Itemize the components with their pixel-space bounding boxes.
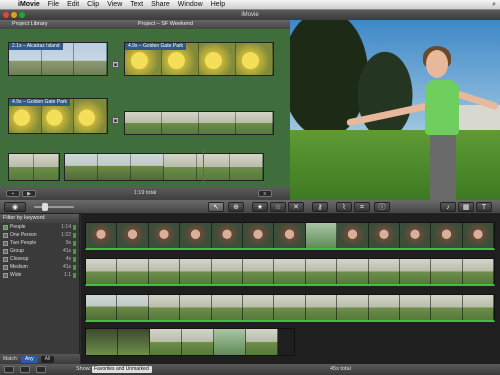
show-label: Show: bbox=[76, 366, 92, 372]
keyword-row[interactable]: Wide 1:1 bbox=[0, 271, 79, 279]
thumbnail-size-slider[interactable]: ≡ bbox=[258, 190, 272, 197]
transition-icon[interactable]: ▣ bbox=[112, 61, 119, 68]
menu-app[interactable]: iMovie bbox=[14, 1, 44, 8]
clip-label: 2.1s – Alcatraz Island bbox=[9, 43, 63, 50]
unmark-icon[interactable]: ☆ bbox=[270, 202, 286, 212]
project-clip[interactable]: 2.1s – Alcatraz Island bbox=[8, 42, 108, 76]
menu-text[interactable]: Text bbox=[126, 1, 147, 8]
minimize-window-icon[interactable] bbox=[11, 12, 17, 18]
keyword-row[interactable]: Two People 9s bbox=[0, 239, 79, 247]
event-clip[interactable] bbox=[85, 328, 295, 356]
eyedropper-icon[interactable]: ⌇ bbox=[336, 202, 352, 212]
match-all-button[interactable]: All bbox=[40, 355, 55, 363]
show-filter-select[interactable]: Favorites and Unmarked bbox=[92, 366, 152, 373]
favorite-icon[interactable]: ★ bbox=[252, 202, 268, 212]
playhead[interactable] bbox=[203, 147, 204, 185]
project-library-button[interactable]: Project Library bbox=[12, 20, 47, 29]
window-titlebar: iMovie bbox=[0, 10, 500, 20]
crop-icon[interactable]: ⌗ bbox=[354, 202, 370, 212]
keyword-row[interactable]: People 1:14 bbox=[0, 223, 79, 231]
project-browser[interactable]: 2.1s – Alcatraz Island ▣ 4.9s – Golden G… bbox=[0, 29, 290, 187]
menu-clip[interactable]: Clip bbox=[83, 1, 103, 8]
reject-icon[interactable]: ✕ bbox=[288, 202, 304, 212]
window-controls bbox=[3, 12, 25, 18]
event-clip[interactable] bbox=[85, 294, 495, 322]
menu-view[interactable]: View bbox=[103, 1, 126, 8]
camera-import-button[interactable]: ◉ bbox=[4, 202, 26, 212]
keyword-row[interactable]: Closeup 4s bbox=[0, 255, 79, 263]
viewer[interactable] bbox=[290, 20, 500, 200]
menu-window[interactable]: Window bbox=[174, 1, 207, 8]
title-icon[interactable]: T bbox=[476, 202, 492, 212]
clip-label: 4.9s – Golden Gate Park bbox=[9, 99, 71, 106]
status-icons: ⌕ bbox=[492, 1, 500, 9]
menu-file[interactable]: File bbox=[44, 1, 63, 8]
keyword-filter-panel: Filter by keyword People 1:14 One Person… bbox=[0, 214, 80, 364]
project-header: Project Library Project – SF Weekend bbox=[0, 20, 290, 29]
clip-label: 4.9s – Golden Gate Park bbox=[125, 43, 187, 50]
keyword-checkbox[interactable] bbox=[3, 240, 8, 246]
keyword-checkbox[interactable] bbox=[3, 248, 8, 254]
keyword-checkbox[interactable] bbox=[3, 272, 8, 278]
project-title: Project – SF Weekend bbox=[138, 21, 193, 27]
music-icon[interactable]: ♪ bbox=[440, 202, 456, 212]
info-icon[interactable]: ⓘ bbox=[374, 202, 390, 212]
project-clip[interactable] bbox=[64, 153, 264, 181]
add-to-project-icon[interactable]: ⊕ bbox=[228, 202, 244, 212]
project-clip[interactable] bbox=[8, 153, 60, 181]
play-event-button[interactable] bbox=[20, 366, 30, 373]
project-clip[interactable]: 4.9s – Golden Gate Park bbox=[124, 42, 274, 76]
event-clip[interactable] bbox=[85, 258, 495, 286]
project-duration: 1:19 total bbox=[133, 190, 157, 196]
menu-help[interactable]: Help bbox=[207, 1, 229, 8]
window-title: iMovie bbox=[241, 12, 259, 18]
show-events-button[interactable] bbox=[4, 366, 14, 373]
swap-events-button[interactable] bbox=[36, 366, 46, 373]
menu-bar: iMovie File Edit Clip View Text Share Wi… bbox=[0, 0, 500, 10]
keyword-checkbox[interactable] bbox=[3, 264, 8, 270]
keyword-row[interactable]: One Person 1:22 bbox=[0, 231, 79, 239]
menu-share[interactable]: Share bbox=[147, 1, 174, 8]
menu-edit[interactable]: Edit bbox=[63, 1, 83, 8]
status-bar: Show: Favorites and Unmarked 45s total bbox=[0, 364, 500, 375]
transition-icon[interactable]: ▣ bbox=[112, 117, 119, 124]
photo-icon[interactable]: ▦ bbox=[458, 202, 474, 212]
event-browser[interactable] bbox=[81, 214, 500, 364]
zoom-window-icon[interactable] bbox=[19, 12, 25, 18]
project-clip[interactable]: 4.9s – Golden Gate Park bbox=[8, 98, 108, 134]
project-clip[interactable] bbox=[124, 111, 274, 135]
event-duration: 45s total bbox=[330, 366, 351, 372]
spotlight-icon[interactable]: ⌕ bbox=[492, 1, 496, 9]
volume-slider[interactable] bbox=[34, 203, 74, 211]
keyword-checkbox[interactable] bbox=[3, 232, 8, 238]
toolbar: ◉ ↖ ⊕ ★ ☆ ✕ ⚷ ⌇ ⌗ ⓘ ♪ ▦ T bbox=[0, 200, 500, 214]
keyword-checkbox[interactable] bbox=[3, 224, 8, 230]
keyword-checkbox[interactable] bbox=[3, 256, 8, 262]
filter-title: Filter by keyword bbox=[0, 214, 79, 223]
close-window-icon[interactable] bbox=[3, 12, 9, 18]
keyword-row[interactable]: Group 41s bbox=[0, 247, 79, 255]
project-footer: + ▶ 1:19 total ≡ bbox=[0, 187, 290, 200]
keyword-icon[interactable]: ⚷ bbox=[312, 202, 328, 212]
match-control: Match: Any All bbox=[0, 354, 80, 364]
pointer-icon[interactable]: ↖ bbox=[208, 202, 224, 212]
match-any-button[interactable]: Any bbox=[21, 355, 38, 363]
keyword-row[interactable]: Medium 41s bbox=[0, 263, 79, 271]
event-clip[interactable] bbox=[85, 222, 495, 250]
